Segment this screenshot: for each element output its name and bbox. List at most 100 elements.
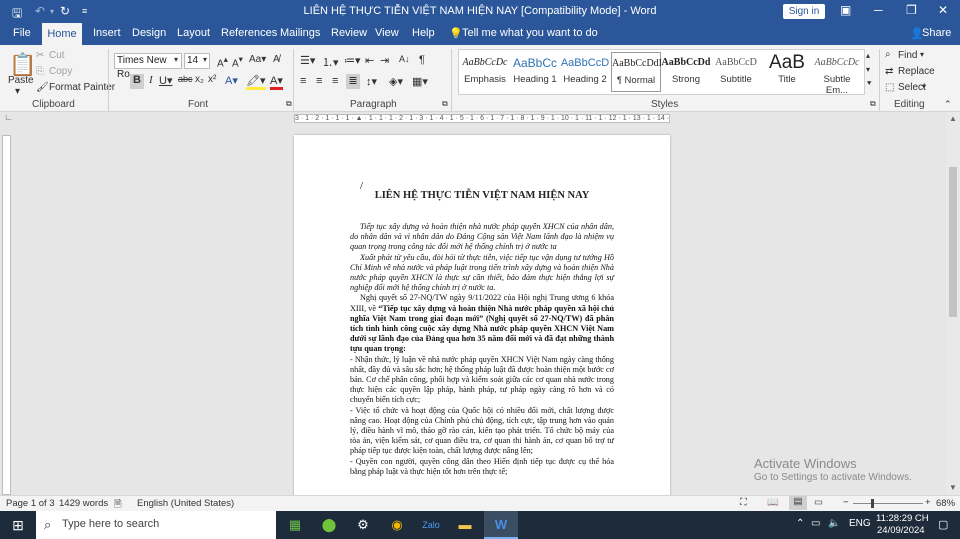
web-layout-icon[interactable]: ▭	[814, 497, 823, 508]
align-left-icon[interactable]: ≡	[300, 75, 306, 87]
align-center-icon[interactable]: ≡	[316, 75, 322, 87]
find-icon[interactable]: ⌕	[885, 49, 891, 60]
tab-design[interactable]: Design	[132, 27, 166, 39]
styles-dialog-launcher-icon[interactable]: ⧉	[870, 99, 876, 109]
highlight-icon[interactable]: 🖍▾	[246, 74, 266, 90]
superscript-icon[interactable]: x²	[208, 74, 216, 85]
tell-me-search[interactable]: Tell me what you want to do	[462, 27, 598, 39]
styles-more-icon[interactable]: ⯆	[866, 79, 872, 89]
volume-icon[interactable]: 🔈	[828, 518, 840, 529]
show-formatting-icon[interactable]: ¶	[419, 54, 425, 66]
style-strong[interactable]: AaBbCcDd Strong	[661, 52, 711, 92]
style-normal[interactable]: AaBbCcDdI ¶ Normal	[611, 52, 662, 92]
ruler-scale[interactable]: 3 · 1 · 2 · 1 · 1 · 1 · ▲ · 1 · 1 · 1 · …	[294, 114, 670, 123]
focus-mode-icon[interactable]: ⛶	[740, 497, 747, 508]
windows-start-icon[interactable]: ⊞	[1, 511, 35, 539]
taskbar-search-box[interactable]: ⌕ Type here to search	[36, 511, 276, 539]
change-case-icon[interactable]: Aa▾	[249, 54, 266, 65]
paste-button[interactable]: Paste	[8, 75, 34, 86]
find-button[interactable]: Find	[898, 50, 917, 61]
tab-file[interactable]: File	[13, 27, 31, 39]
shrink-font-icon[interactable]: A▾	[232, 54, 243, 69]
show-hidden-icons-icon[interactable]: ⌃	[796, 518, 804, 529]
input-language[interactable]: ENG	[849, 518, 871, 529]
zalo-icon[interactable]: Zalo	[414, 511, 448, 539]
zoom-in-icon[interactable]: +	[925, 497, 931, 508]
style-heading-1[interactable]: AaBbCc Heading 1	[510, 52, 560, 92]
clear-formatting-icon[interactable]: A̸	[273, 54, 280, 65]
scroll-up-icon[interactable]: ▲	[949, 114, 957, 123]
tab-layout[interactable]: Layout	[177, 27, 210, 39]
replace-button[interactable]: Replace	[898, 66, 935, 77]
font-dialog-launcher-icon[interactable]: ⧉	[286, 99, 292, 109]
print-layout-icon[interactable]: ▤	[789, 496, 807, 510]
increase-indent-icon[interactable]: ⇥	[380, 54, 389, 67]
close-icon[interactable]: ✕	[938, 3, 948, 17]
grow-font-icon[interactable]: A▴	[217, 54, 228, 69]
scroll-thumb[interactable]	[949, 167, 957, 317]
style-subtitle[interactable]: AaBbCcD Subtitle	[711, 52, 761, 92]
find-dropdown-icon[interactable]: ▾	[920, 50, 924, 59]
cut-button[interactable]: Cut	[49, 50, 65, 61]
format-painter-icon[interactable]: 🖌	[36, 82, 49, 93]
style-subtle-emphasis[interactable]: AaBbCcDc Subtle Em...	[812, 52, 862, 96]
tab-mailings[interactable]: Mailings	[280, 27, 320, 39]
tab-insert[interactable]: Insert	[93, 27, 121, 39]
sign-in-button[interactable]: Sign in	[783, 4, 825, 19]
minecraft-icon[interactable]: ▦	[278, 511, 312, 539]
text-effects-icon[interactable]: A▾	[225, 74, 238, 87]
format-painter-button[interactable]: Format Painter	[49, 82, 115, 93]
zoom-out-icon[interactable]: −	[843, 497, 849, 508]
document-page[interactable]: / LIÊN HỆ THỰC TIỄN VIỆT NAM HIỆN NAY Ti…	[294, 135, 670, 495]
select-icon[interactable]: ⬚	[885, 82, 894, 93]
ribbon-display-options-icon[interactable]: ▣	[840, 3, 851, 17]
style-title[interactable]: AaB Title	[762, 52, 812, 92]
word-taskbar-icon[interactable]: W	[484, 511, 518, 539]
vertical-ruler-scale[interactable]	[2, 135, 11, 495]
clock-date[interactable]: 24/09/2024	[877, 525, 925, 536]
font-size-dropdown-icon[interactable]: ▾	[203, 55, 207, 64]
decrease-indent-icon[interactable]: ⇤	[365, 54, 374, 67]
borders-icon[interactable]: ▦▾	[412, 75, 428, 88]
pinned-app-icon[interactable]: ⬤	[312, 511, 346, 539]
collapse-ribbon-icon[interactable]: ⌃	[944, 99, 952, 110]
network-icon[interactable]: ▭	[811, 518, 820, 529]
justify-icon[interactable]: ≣	[346, 74, 360, 89]
minimize-icon[interactable]: ─	[874, 3, 883, 17]
strikethrough-icon[interactable]: abc	[178, 74, 193, 84]
settings-icon[interactable]: ⚙	[346, 511, 380, 539]
copy-icon[interactable]: ⎘	[36, 66, 44, 77]
read-mode-icon[interactable]: 📖	[767, 497, 779, 508]
tab-help[interactable]: Help	[412, 27, 435, 39]
notifications-icon[interactable]: ▢	[938, 518, 948, 531]
font-color-icon[interactable]: A▾	[270, 74, 283, 90]
file-explorer-icon[interactable]: ▬	[448, 511, 482, 539]
bold-icon[interactable]: B	[130, 74, 144, 89]
subscript-icon[interactable]: x₂	[195, 74, 204, 85]
style-emphasis[interactable]: AaBbCcDc Emphasis	[460, 52, 510, 92]
underline-icon[interactable]: U▾	[159, 74, 172, 87]
vertical-scrollbar[interactable]: ▲ ▼	[946, 112, 960, 495]
zoom-level[interactable]: 68%	[936, 498, 955, 509]
styles-scroll-up-icon[interactable]: ▴	[866, 51, 870, 60]
sort-icon[interactable]: A↓	[399, 54, 410, 64]
styles-scroll-down-icon[interactable]: ▾	[866, 65, 870, 74]
chrome-icon[interactable]: ◉	[380, 511, 414, 539]
zoom-slider[interactable]	[853, 503, 923, 504]
cut-icon[interactable]: ✂	[36, 50, 44, 61]
font-name-combo[interactable]: Times New Ro	[114, 53, 182, 80]
document-body[interactable]: Tiếp tục xây dựng và hoàn thiện nhà nước…	[350, 222, 614, 477]
scroll-down-icon[interactable]: ▼	[949, 483, 957, 492]
word-count[interactable]: 1429 words	[59, 498, 108, 509]
share-button[interactable]: Share	[922, 27, 951, 39]
copy-button[interactable]: Copy	[49, 66, 72, 77]
multilevel-list-icon[interactable]: ≔▾	[344, 54, 361, 67]
tab-view[interactable]: View	[375, 27, 399, 39]
line-spacing-icon[interactable]: ↕▾	[366, 75, 377, 88]
clock-time[interactable]: 11:28:29 CH	[876, 513, 929, 524]
numbering-icon[interactable]: ⒈▾	[322, 54, 339, 70]
page-count[interactable]: Page 1 of 3	[6, 498, 55, 509]
italic-icon[interactable]: I	[149, 74, 153, 86]
tab-home[interactable]: Home	[42, 23, 82, 45]
tab-review[interactable]: Review	[331, 27, 367, 39]
